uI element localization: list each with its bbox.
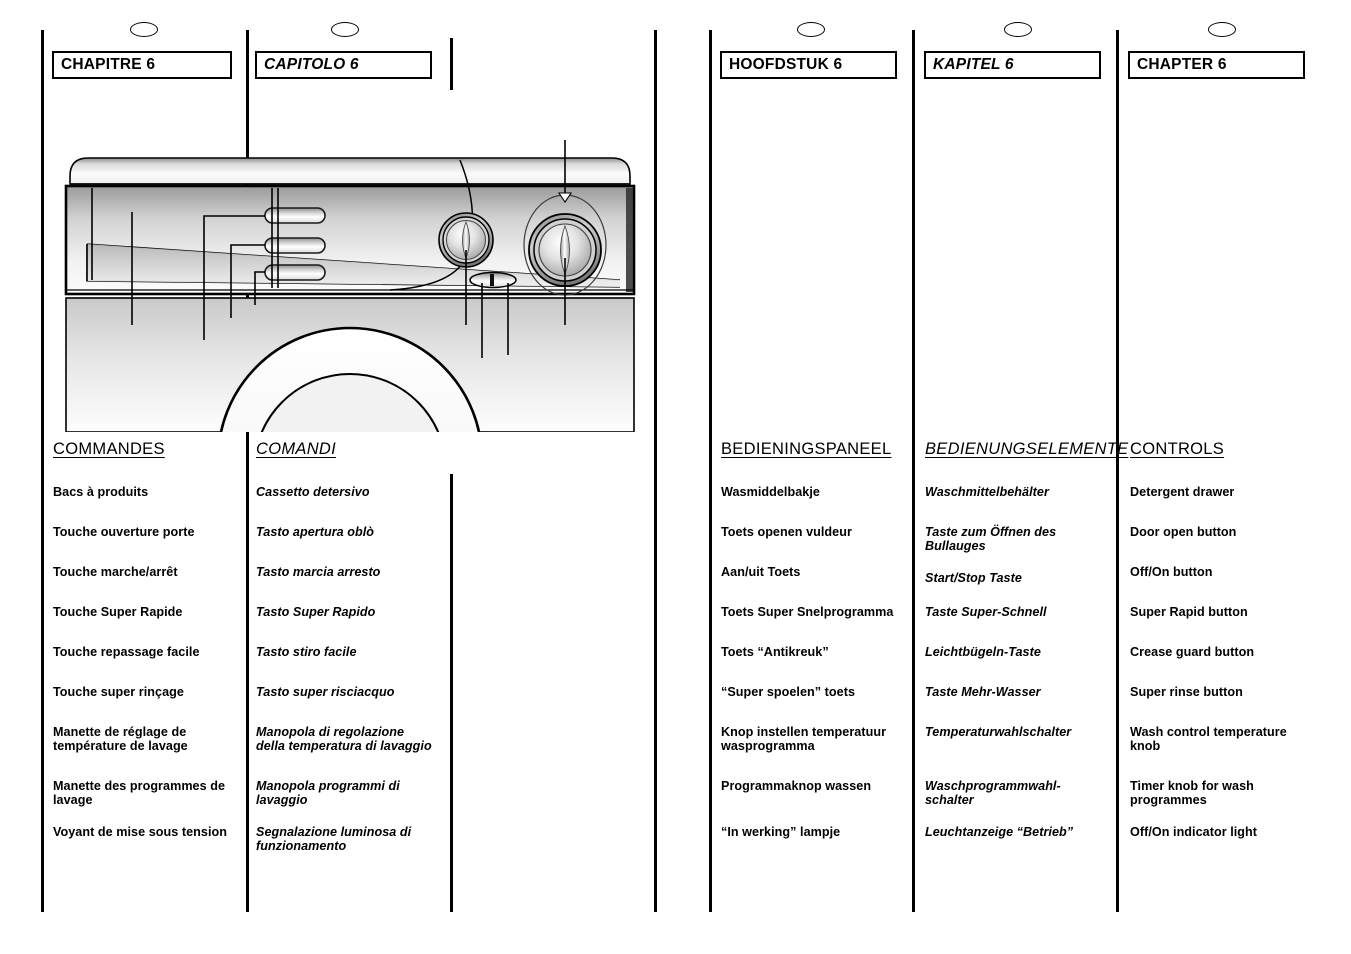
list-item: Waschprogrammwahl- schalter: [925, 779, 1061, 807]
chapter-box-english: CHAPTER 6: [1128, 51, 1305, 79]
list-item: Voyant de mise sous tension: [53, 825, 227, 839]
list-item: Touche repassage facile: [53, 645, 200, 659]
ellipse-marker-french: [130, 22, 158, 37]
section-heading-dutch-text: BEDIENINGSPANEEL: [721, 440, 892, 458]
list-item: Taste Super-Schnell: [925, 605, 1047, 619]
section-heading-german: BEDIENUNGSELEMENTE: [925, 440, 1128, 459]
list-item: Detergent drawer: [1130, 485, 1235, 499]
list-item: Leichtbügeln-Taste: [925, 645, 1041, 659]
list-item: Touche super rinçage: [53, 685, 184, 699]
crease-guard-button: [264, 237, 326, 254]
list-item: “Super spoelen” toets: [721, 685, 856, 699]
list-item: Crease guard button: [1130, 645, 1255, 659]
super-rinse-button: [264, 264, 326, 281]
list-item: Knop instellen temperatuur wasprogramma: [721, 725, 887, 753]
super-rapid-button: [264, 207, 326, 224]
italian-gutter-divider-bottom: [450, 474, 453, 912]
section-heading-english: CONTROLS: [1130, 440, 1224, 459]
list-item: Leuchtanzeige “Betrieb”: [925, 825, 1074, 839]
list-item: Taste zum Öffnen des Bullauges: [925, 525, 1057, 553]
washing-machine-diagram: [60, 140, 640, 432]
section-heading-french: COMMANDES: [53, 440, 165, 459]
list-item: Wash control temperature knob: [1130, 725, 1287, 753]
list-item: Touche marche/arrêt: [53, 565, 178, 579]
dutch-german-divider: [912, 30, 915, 912]
list-item: Segnalazione luminosa di funzionamento: [256, 825, 412, 853]
list-item: Super rinse button: [1130, 685, 1243, 699]
list-item: Cassetto detersivo: [256, 485, 370, 499]
list-item: Toets Super Snelprogramma: [721, 605, 894, 619]
section-heading-italian-text: COMANDI: [256, 440, 337, 458]
list-item: Super Rapid button: [1130, 605, 1248, 619]
section-heading-english-text: CONTROLS: [1130, 440, 1225, 458]
chapter-box-italian: CAPITOLO 6: [255, 51, 432, 79]
list-item: Manopola programmi di lavaggio: [256, 779, 400, 807]
chapter-label-german: KAPITEL 6: [933, 56, 1014, 73]
chapter-box-french: CHAPITRE 6: [52, 51, 232, 79]
list-item: Tasto stiro facile: [256, 645, 357, 659]
german-english-divider: [1116, 30, 1119, 912]
list-item: Timer knob for wash programmes: [1130, 779, 1254, 807]
left-page-border: [41, 30, 44, 912]
list-item: Temperaturwahlschalter: [925, 725, 1072, 739]
chapter-box-dutch: HOOFDSTUK 6: [720, 51, 897, 79]
list-item: Tasto marcia arresto: [256, 565, 381, 579]
list-item: Bacs à produits: [53, 485, 149, 499]
list-item: Manopola di regolazione della temperatur…: [256, 725, 432, 753]
chapter-label-english: CHAPTER 6: [1137, 56, 1227, 73]
list-item: Programmaknop wassen: [721, 779, 872, 793]
ellipse-marker-english: [1208, 22, 1236, 37]
page-gutter-divider: [654, 30, 657, 912]
section-heading-german-text: BEDIENUNGSELEMENTE: [925, 440, 1129, 458]
list-item: Tasto Super Rapido: [256, 605, 376, 619]
chapter-label-dutch: HOOFDSTUK 6: [729, 56, 843, 73]
italian-gutter-divider-top: [450, 38, 453, 90]
list-item: Tasto super risciacquo: [256, 685, 395, 699]
list-item: Wasmiddelbakje: [721, 485, 820, 499]
list-item: “In werking” lampje: [721, 825, 841, 839]
list-item: Touche ouverture porte: [53, 525, 195, 539]
list-item: Touche Super Rapide: [53, 605, 183, 619]
off-on-indicator-light: [469, 271, 517, 289]
chapter-label-french: CHAPITRE 6: [61, 56, 156, 73]
manual-page: CHAPITRE 6 CAPITOLO 6 HOOFDSTUK 6 KAPITE…: [0, 0, 1351, 954]
right-page-border: [709, 30, 712, 912]
list-item: Aan/uit Toets: [721, 565, 801, 579]
machine-body: [65, 297, 635, 432]
list-item: Start/Stop Taste: [925, 571, 1022, 585]
section-heading-italian: COMANDI: [256, 440, 336, 459]
list-item: Taste Mehr-Wasser: [925, 685, 1041, 699]
ellipse-marker-dutch: [797, 22, 825, 37]
section-heading-french-text: COMMANDES: [53, 440, 165, 458]
list-item: Tasto apertura oblò: [256, 525, 375, 539]
list-item: Toets “Antikreuk”: [721, 645, 829, 659]
machine-top-lid: [69, 157, 631, 185]
function-buttons: [264, 207, 326, 281]
list-item: Off/On button: [1130, 565, 1213, 579]
list-item: Off/On indicator light: [1130, 825, 1258, 839]
list-item: Manette des programmes de lavage: [53, 779, 226, 807]
ellipse-marker-german: [1004, 22, 1032, 37]
ellipse-marker-italian: [331, 22, 359, 37]
list-item: Manette de réglage de température de lav…: [53, 725, 188, 753]
list-item: Toets openen vuldeur: [721, 525, 852, 539]
list-item: Door open button: [1130, 525, 1237, 539]
list-item: Waschmittelbehälter: [925, 485, 1049, 499]
section-heading-dutch: BEDIENINGSPANEEL: [721, 440, 891, 459]
chapter-box-german: KAPITEL 6: [924, 51, 1101, 79]
chapter-label-italian: CAPITOLO 6: [264, 56, 359, 73]
